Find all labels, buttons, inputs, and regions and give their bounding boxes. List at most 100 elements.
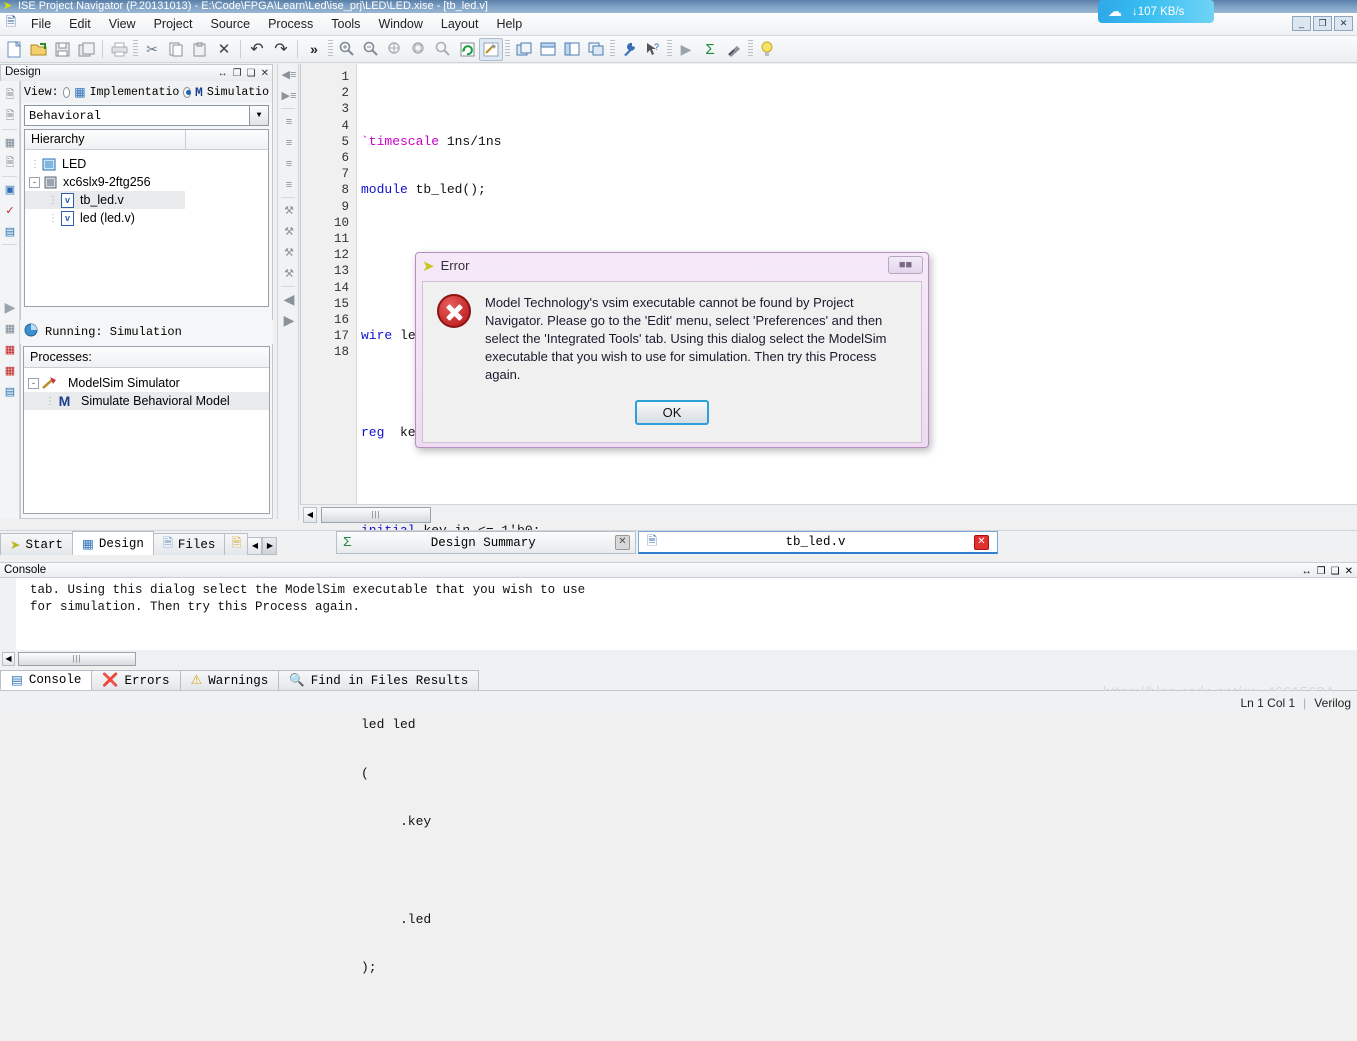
process-panel-icon[interactable]: ▤ — [0, 381, 20, 402]
menu-tools[interactable]: Tools — [322, 15, 369, 33]
process-ok-icon[interactable]: ▦ — [0, 360, 20, 381]
scroll-left-arrow[interactable]: ◀ — [2, 651, 15, 666]
bookmark-toggle-icon[interactable]: ⚒ — [278, 200, 300, 221]
scroll-left-arrow[interactable]: ◀ — [303, 506, 317, 523]
open-file-icon[interactable] — [26, 38, 50, 61]
toolbar-overflow-icon[interactable]: » — [302, 38, 326, 61]
tab-start[interactable]: ➤ Start — [0, 533, 73, 555]
panel-split-horizontal-icon[interactable] — [536, 38, 560, 61]
refresh-icon[interactable] — [455, 38, 479, 61]
dock-float-icon[interactable]: ❑ — [247, 66, 256, 81]
cut-icon[interactable]: ✂ — [140, 38, 164, 61]
add-source-icon[interactable]: 🗎 — [0, 85, 20, 106]
rerun-process-icon[interactable]: ▦ — [0, 318, 20, 339]
simulation-phase-combo[interactable]: Behavioral ▼ — [24, 105, 269, 126]
save-all-icon[interactable] — [74, 38, 98, 61]
error-dialog-close-button[interactable]: ■■ — [888, 256, 923, 274]
bookmark-clear-icon[interactable]: ⚒ — [278, 263, 300, 284]
uncomment-icon[interactable]: ≡ — [278, 174, 300, 195]
run-process-icon[interactable]: ▶ — [0, 297, 20, 318]
tree-item-led-v[interactable]: ⋮ v led (led.v) — [25, 209, 268, 227]
doc-tab-tb-led-v[interactable]: 🗎 tb_led.v ✕ — [638, 531, 998, 554]
panel-float-icon[interactable] — [584, 38, 608, 61]
download-speed-widget[interactable]: ☁ ↓107 KB/s — [1098, 0, 1214, 23]
menu-view[interactable]: View — [100, 15, 145, 33]
telescope-icon[interactable] — [722, 38, 746, 61]
zoom-area-icon[interactable] — [431, 38, 455, 61]
add-copy-source-icon[interactable]: 🗎 — [0, 106, 20, 127]
doc-tab-close-button[interactable]: ✕ — [615, 535, 630, 550]
doc-tab-design-summary[interactable]: Σ Design Summary ✕ — [336, 531, 636, 554]
device-properties-icon[interactable]: ▦ — [0, 132, 20, 153]
status-tab-find-in-files[interactable]: 🔍 Find in Files Results — [278, 670, 480, 690]
print-icon[interactable] — [107, 38, 131, 61]
copy-icon[interactable] — [164, 38, 188, 61]
menu-process[interactable]: Process — [259, 15, 322, 33]
menu-window[interactable]: Window — [369, 15, 431, 33]
menu-project[interactable]: Project — [145, 15, 202, 33]
zoom-out-icon[interactable] — [359, 38, 383, 61]
dock-close-icon[interactable]: ✕ — [1345, 564, 1353, 579]
view-option-implementation-label[interactable]: Implementatio — [90, 86, 180, 99]
tab-scroll-right-button[interactable]: ▶ — [262, 537, 278, 555]
save-icon[interactable] — [50, 38, 74, 61]
minimize-button[interactable]: _ — [1292, 16, 1311, 31]
scroll-thumb[interactable]: ||| — [18, 651, 136, 666]
dock-float-icon[interactable]: ❑ — [1331, 564, 1340, 579]
dock-maximize-icon[interactable]: ❐ — [1317, 564, 1326, 579]
menu-layout[interactable]: Layout — [432, 15, 488, 33]
dock-close-icon[interactable]: ✕ — [261, 66, 269, 81]
build-hammer-icon[interactable] — [479, 37, 503, 61]
tree-item-tb-led[interactable]: ⋮ v tb_led.v — [25, 191, 185, 209]
process-item-modelsim-simulator[interactable]: - ModelSim Simulator — [24, 374, 269, 392]
view-option-simulation-label[interactable]: Simulatio — [207, 86, 269, 99]
zoom-fit-icon[interactable] — [383, 38, 407, 61]
menu-file[interactable]: File — [22, 15, 60, 33]
tree-item-led[interactable]: ⋮ LED — [25, 155, 268, 173]
whats-this-help-icon[interactable]: ? — [641, 38, 665, 61]
hierarchy-tree[interactable]: Hierarchy ⋮ LED - xc6slx9-2ftg256 ⋮ v tb… — [24, 129, 269, 307]
tip-bulb-icon[interactable] — [755, 38, 779, 61]
console-output[interactable]: tab. Using this dialog select the ModelS… — [0, 578, 1357, 650]
new-file-icon[interactable] — [2, 38, 26, 61]
doc-tab-close-button[interactable]: ✕ — [974, 534, 989, 550]
bookmark-prev-icon[interactable]: ⚒ — [278, 242, 300, 263]
design-utilities-icon[interactable]: ▣ — [0, 179, 20, 200]
comment-icon[interactable]: ≡ — [278, 153, 300, 174]
dock-resize-icon[interactable]: ↔ — [1302, 564, 1312, 579]
ok-button[interactable]: OK — [635, 400, 709, 425]
restore-button[interactable]: ❐ — [1313, 16, 1332, 31]
editor-horizontal-scrollbar[interactable]: ◀ ||| — [300, 504, 1357, 524]
console-horizontal-scrollbar[interactable]: ◀ ||| — [0, 650, 1357, 667]
design-check-icon[interactable]: ✓ — [0, 200, 20, 221]
run-icon[interactable]: ▶ — [674, 38, 698, 61]
navigate-forward-icon[interactable]: ▶ — [278, 310, 300, 331]
status-tab-errors[interactable]: ❌ Errors — [91, 670, 181, 690]
error-dialog[interactable]: ➤ Error ■■ Model Technology's vsim execu… — [415, 252, 929, 448]
window-controls[interactable]: _ ❐ ✕ — [1292, 16, 1353, 31]
redo-icon[interactable]: ↷ — [269, 38, 293, 61]
paste-icon[interactable] — [188, 38, 212, 61]
delete-icon[interactable]: ✕ — [212, 38, 236, 61]
tab-scroll-left-button[interactable]: ◀ — [247, 537, 263, 555]
manual-compile-icon[interactable]: 🗎 — [0, 153, 20, 174]
tab-files[interactable]: 🗎 Files — [152, 533, 226, 555]
panel-layout-icon[interactable]: ▤ — [0, 221, 20, 242]
navigate-back-icon[interactable]: ◀ — [278, 289, 300, 310]
tree-item-device[interactable]: - xc6slx9-2ftg256 — [25, 173, 268, 191]
menu-source[interactable]: Source — [201, 15, 259, 33]
dock-maximize-icon[interactable]: ❐ — [233, 66, 242, 81]
bookmark-next-icon[interactable]: ⚒ — [278, 221, 300, 242]
tree-collapse-icon[interactable]: - — [29, 176, 40, 188]
design-summary-icon[interactable]: Σ — [698, 38, 722, 61]
console-header-buttons[interactable]: ↔ ❐ ❑ ✕ — [1302, 564, 1353, 579]
panel-cascade-icon[interactable] — [512, 38, 536, 61]
outdent-icon[interactable]: ≡ — [278, 132, 300, 153]
zoom-selection-icon[interactable] — [407, 38, 431, 61]
close-button[interactable]: ✕ — [1334, 16, 1353, 31]
design-panel-header-buttons[interactable]: ↔ ❐ ❑ ✕ — [218, 66, 269, 81]
status-tab-console[interactable]: ▤ Console — [0, 670, 93, 690]
stop-process-icon[interactable]: ▦ — [0, 339, 20, 360]
collapse-left-icon[interactable]: ◀≡ — [278, 64, 300, 85]
chevron-down-icon[interactable]: ▼ — [249, 106, 268, 125]
